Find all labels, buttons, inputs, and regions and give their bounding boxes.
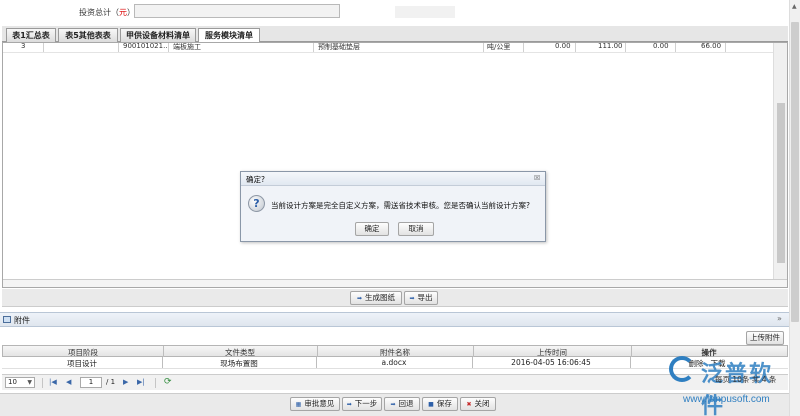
close-icon: ✖ <box>466 401 472 408</box>
floppy-icon: ■ <box>428 401 434 408</box>
grid-divider <box>675 43 676 52</box>
blurred-region <box>395 6 455 18</box>
column-header-time: 上传时间 <box>537 348 567 357</box>
save-button[interactable]: ■ 保存 <box>422 397 458 411</box>
cell-type: 现场布置图 <box>220 359 258 368</box>
page-number-input[interactable]: 1 <box>80 377 102 388</box>
grid-cell-unit: 吨/公里 <box>487 43 511 51</box>
next-step-button[interactable]: ➡ 下一步 <box>342 397 382 411</box>
export-label: 导出 <box>417 293 433 302</box>
column-divider <box>630 357 631 368</box>
confirm-dialog: 确定? ☒ ? 当前设计方案是完全自定义方案，需送省技术审核。您是否确认当前设计… <box>240 171 546 242</box>
grid-cell-name: 端板施工 <box>173 43 201 51</box>
column-header-name: 附件名称 <box>380 348 410 357</box>
grid-divider <box>625 43 626 52</box>
brand-name: 泛普软件 <box>701 362 774 416</box>
grid-cell-code: 900101021... <box>123 43 170 50</box>
pager-separator <box>42 378 43 388</box>
grid-divider <box>168 43 169 52</box>
brand-url: www.fanpusoft.com <box>683 394 770 405</box>
chevron-down-icon: ▼ <box>27 379 32 386</box>
grid-horizontal-scrollbar[interactable] <box>3 279 787 287</box>
dialog-cancel-button[interactable]: 取消 <box>398 222 434 236</box>
collapse-icon[interactable]: » <box>777 314 782 323</box>
grid-cell-desc: 预制基础垫层 <box>318 43 360 51</box>
service-module-grid: 3 900101021... 端板施工 预制基础垫层 吨/公里 0.00 111… <box>2 42 788 288</box>
generate-drawing-button[interactable]: ➡ 生成图纸 <box>350 291 402 305</box>
investment-unit: 元 <box>119 8 127 17</box>
rollback-label: 回退 <box>398 399 414 408</box>
page-size-select[interactable]: 10 ▼ <box>5 377 35 388</box>
dialog-title-bar: 确定? ☒ <box>241 172 545 186</box>
cell-stage: 项目设计 <box>67 359 97 368</box>
question-icon: ? <box>248 195 265 212</box>
brand-watermark: 泛普软件 每页 10条 共 4 条 www.fanpusoft.com <box>665 354 790 416</box>
grid-cell-v3: 0.00 <box>653 43 669 50</box>
generate-drawing-label: 生成图纸 <box>365 293 396 302</box>
grid-divider <box>118 43 119 52</box>
grid-divider <box>43 43 44 52</box>
investment-total-label: 投资总计（元）: <box>79 7 138 18</box>
arrow-right-icon: ➡ <box>409 295 415 302</box>
arrow-right-icon: ➡ <box>390 401 396 408</box>
window-vertical-scrollbar[interactable]: ▲ <box>789 0 800 416</box>
grid-divider <box>523 43 524 52</box>
arrow-right-icon: ➡ <box>356 295 363 302</box>
close-label: 关闭 <box>474 399 490 408</box>
prev-page-icon[interactable]: ◀ <box>66 378 71 386</box>
dialog-message: 当前设计方案是完全自定义方案，需送省技术审核。您是否确认当前设计方案? <box>271 201 530 210</box>
dialog-ok-button[interactable]: 确定 <box>355 222 389 236</box>
investment-total-input[interactable] <box>134 4 340 18</box>
investment-label-text: 投资总计（ <box>79 8 119 17</box>
investment-total-row: 投资总计（元）: <box>0 0 800 26</box>
grid-cell-v4: 66.00 <box>701 43 722 50</box>
close-icon[interactable]: ☒ <box>534 174 540 182</box>
attachments-panel-header: 附件 » <box>0 312 789 327</box>
scroll-up-icon[interactable]: ▲ <box>792 3 797 10</box>
grid-divider <box>575 43 576 52</box>
grid-divider <box>313 43 314 52</box>
pager-summary: 每页 10条 共 4 条 <box>715 375 777 384</box>
grid-cell-v2: 111.00 <box>598 43 623 50</box>
grid-divider <box>483 43 484 52</box>
close-button[interactable]: ✖ 关闭 <box>460 397 496 411</box>
table-row[interactable]: 3 900101021... 端板施工 预制基础垫层 吨/公里 0.00 111… <box>3 43 773 53</box>
first-page-icon[interactable]: |◀ <box>49 378 57 386</box>
next-page-icon[interactable]: ▶ <box>123 378 128 386</box>
table-icon <box>3 316 11 323</box>
last-page-icon[interactable]: ▶| <box>137 378 145 386</box>
tab-summary[interactable]: 表1汇总表 <box>6 28 56 42</box>
grid-cell-index: 3 <box>21 43 26 50</box>
grid-divider <box>725 43 726 52</box>
grid-vertical-scrollbar[interactable] <box>773 43 787 279</box>
tab-service-modules[interactable]: 服务模块清单 <box>198 28 260 43</box>
tab-bar: 表1汇总表 表5其他表表 甲供设备材料清单 服务模块清单 <box>2 26 788 43</box>
review-opinion-button[interactable]: ▦ 审批意见 <box>290 397 340 411</box>
export-button[interactable]: ➡ 导出 <box>404 291 438 305</box>
save-label: 保存 <box>436 399 452 408</box>
pager-separator <box>155 378 156 388</box>
refresh-icon[interactable]: ⟳ <box>164 377 172 387</box>
page-size-value: 10 <box>8 378 17 386</box>
table-icon: ▦ <box>295 401 302 408</box>
cell-time: 2016-04-05 16:06:45 <box>511 358 591 367</box>
review-opinion-label: 审批意见 <box>304 399 335 408</box>
scrollbar-thumb[interactable] <box>777 103 785 263</box>
dialog-title: 确定? <box>246 175 265 184</box>
next-step-label: 下一步 <box>354 399 378 408</box>
scrollbar-thumb[interactable] <box>791 22 799 322</box>
rollback-button[interactable]: ➡ 回退 <box>384 397 420 411</box>
arrow-right-icon: ➡ <box>346 401 352 408</box>
page-total: / 1 <box>106 378 116 386</box>
upload-attachment-button[interactable]: 上传附件 <box>746 331 784 345</box>
brand-logo-icon <box>669 356 695 382</box>
grid-cell-v1: 0.00 <box>555 43 571 50</box>
column-header-type: 文件类型 <box>225 348 255 357</box>
column-header-stage: 项目阶段 <box>68 348 98 357</box>
grid-action-bar: ➡ 生成图纸 ➡ 导出 <box>2 289 788 307</box>
tab-supplied-materials[interactable]: 甲供设备材料清单 <box>120 28 196 42</box>
tab-other-tables[interactable]: 表5其他表表 <box>58 28 118 42</box>
attachments-title: 附件 <box>14 316 30 325</box>
cell-name: a.docx <box>381 358 407 367</box>
